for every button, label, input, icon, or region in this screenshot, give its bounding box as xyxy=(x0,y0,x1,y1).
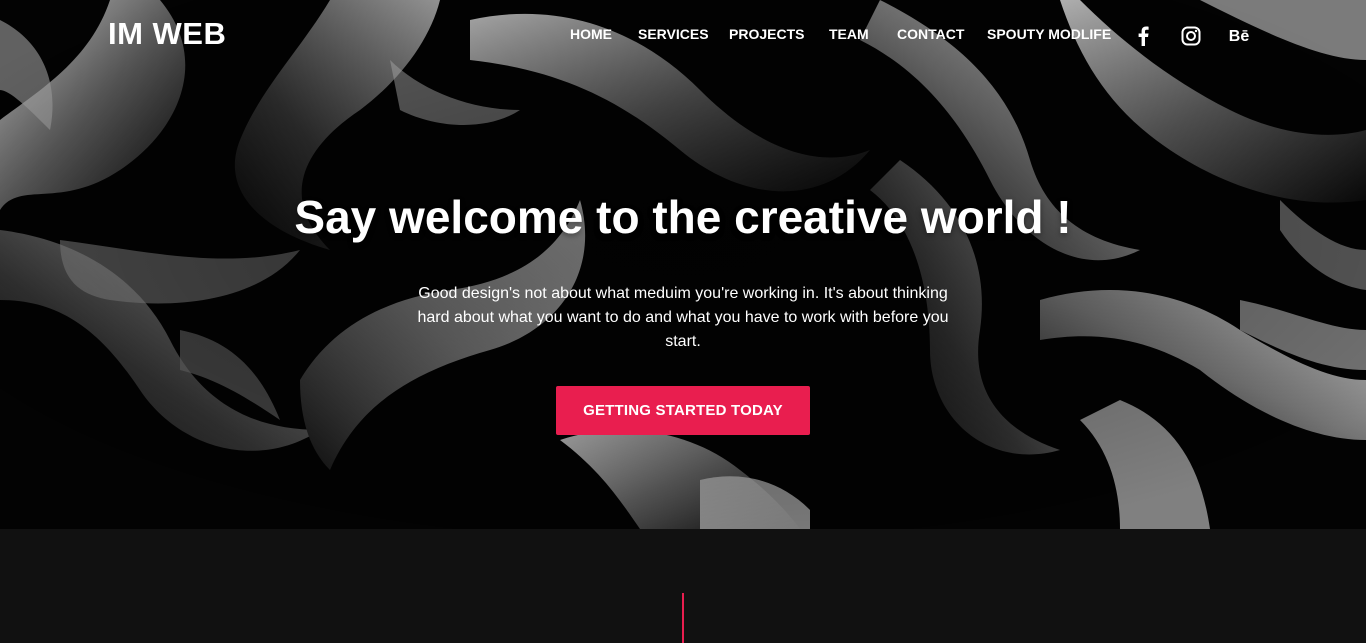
hero-title: Say welcome to the creative world ! xyxy=(294,191,1072,243)
getting-started-button[interactable]: GETTING STARTED TODAY xyxy=(556,386,810,435)
accent-divider-line xyxy=(682,593,684,643)
nav-item-projects[interactable]: PROJECTS xyxy=(729,26,804,42)
hero-description: Good design's not about what meduim you'… xyxy=(417,285,949,350)
nav-item-services[interactable]: SERVICES xyxy=(638,26,709,42)
facebook-icon[interactable] xyxy=(1134,24,1152,48)
nav-item-home[interactable]: HOME xyxy=(570,26,612,42)
top-navbar: IM WEB HOME SERVICES PROJECTS TEAM CONTA… xyxy=(0,0,1366,70)
instagram-icon[interactable] xyxy=(1180,24,1202,48)
behance-icon[interactable]: Bē xyxy=(1226,25,1252,49)
site-logo[interactable]: IM WEB xyxy=(108,16,226,52)
next-section xyxy=(0,529,1366,643)
hero-content: Say welcome to the creative world ! Good… xyxy=(0,190,1366,435)
nav-item-spouty-modlife[interactable]: SPOUTY MODLIFE xyxy=(987,26,1111,42)
hero-section: IM WEB HOME SERVICES PROJECTS TEAM CONTA… xyxy=(0,0,1366,529)
nav-item-team[interactable]: TEAM xyxy=(829,26,869,42)
nav-item-contact[interactable]: CONTACT xyxy=(897,26,964,42)
